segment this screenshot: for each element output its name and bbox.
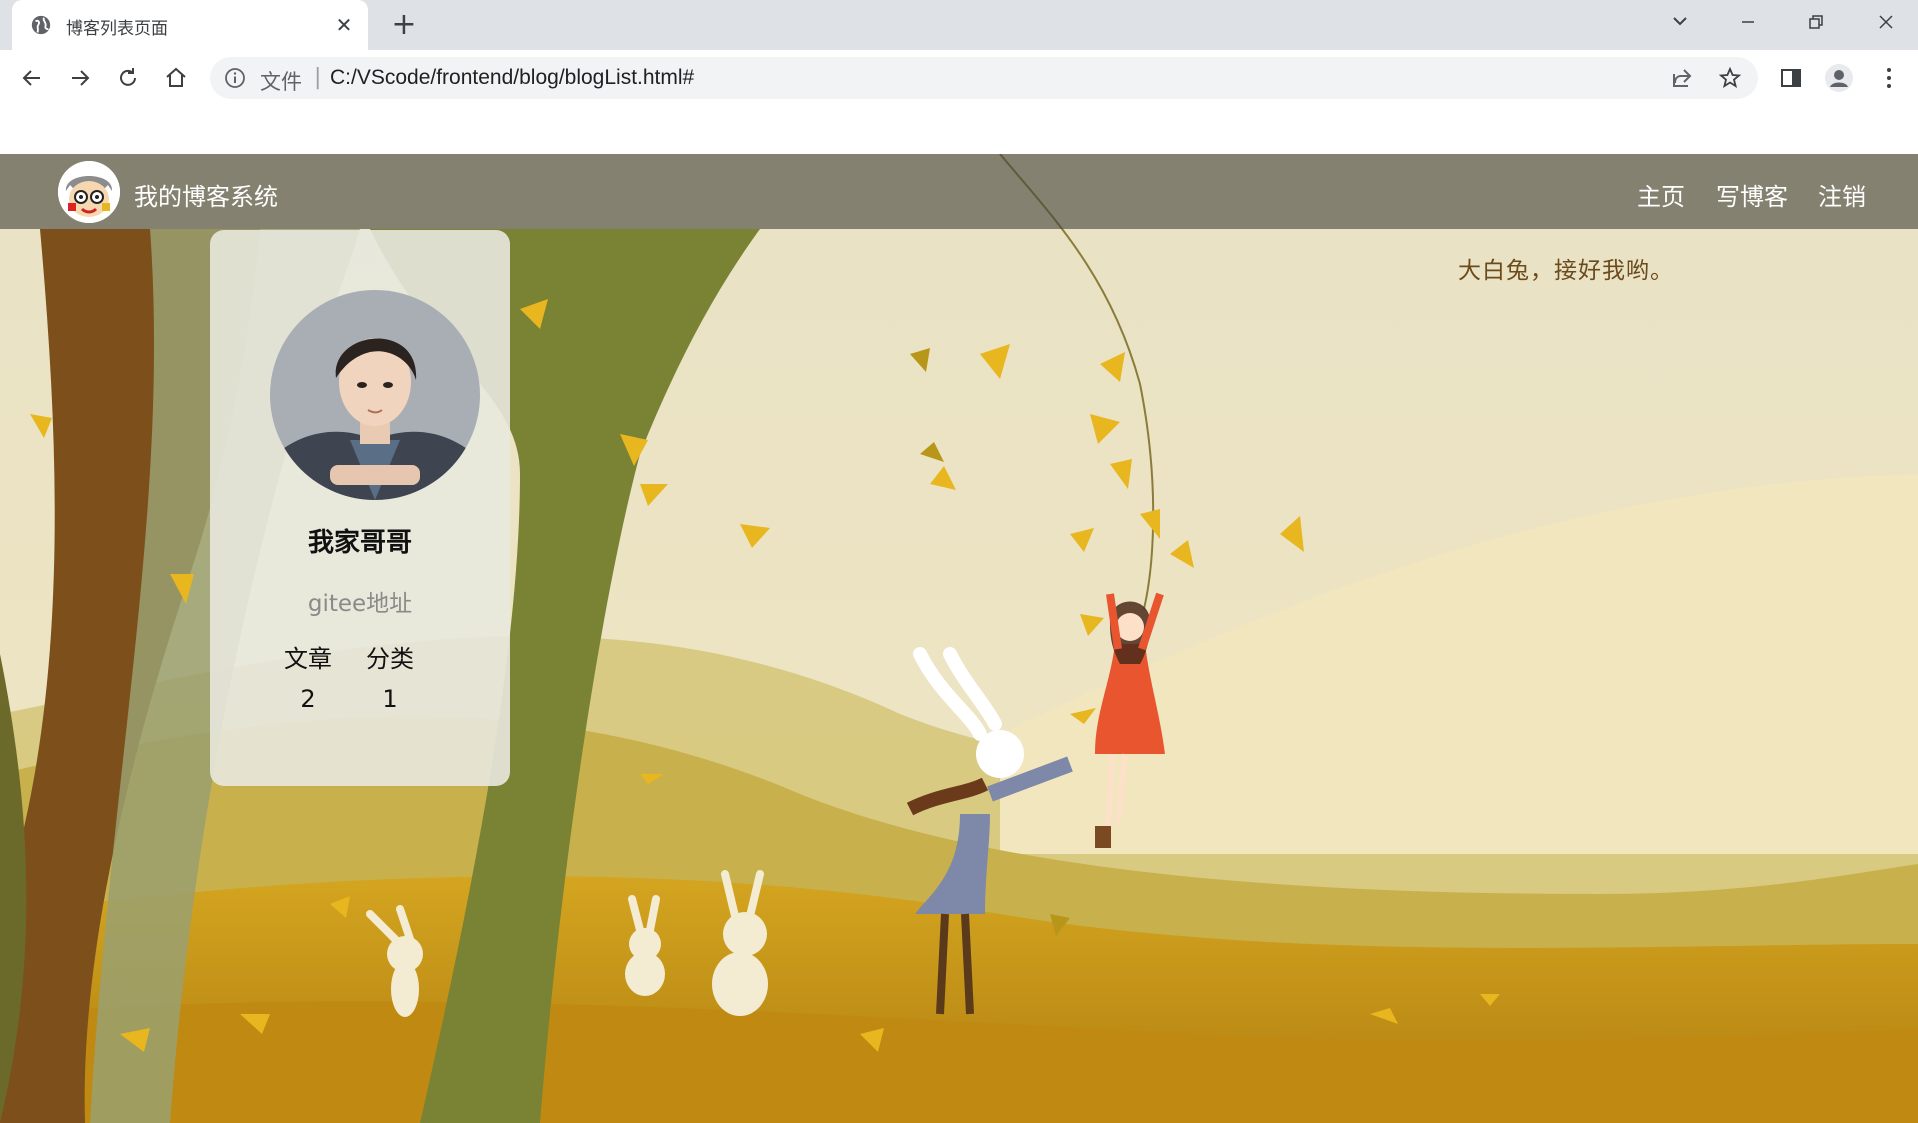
site-logo[interactable] [58, 161, 120, 223]
profile-icon [1825, 64, 1853, 92]
forward-button[interactable] [62, 60, 98, 96]
globe-icon [31, 15, 51, 35]
avatar-photo [270, 290, 480, 500]
star-icon[interactable] [1718, 66, 1742, 90]
more-vertical-icon [1887, 68, 1891, 88]
reload-button[interactable] [110, 60, 146, 96]
menu-button[interactable] [1874, 63, 1904, 93]
address-scheme: 文件 [260, 71, 302, 94]
minimize-icon [1742, 21, 1754, 23]
home-button[interactable] [158, 60, 194, 96]
side-panel-icon [1781, 69, 1801, 87]
site-title: 我的博客系统 [134, 183, 278, 211]
info-icon[interactable] [224, 67, 246, 89]
address-separator: | [314, 65, 322, 90]
close-icon [1879, 15, 1893, 29]
address-bar[interactable]: 文件 | C:/VScode/frontend/blog/blogList.ht… [210, 57, 1758, 99]
stat-label-articles: 文章 [284, 645, 332, 673]
gitee-link[interactable]: gitee地址 [210, 584, 510, 618]
stat-value-articles: 2 [300, 685, 316, 713]
bookmarks-bar [0, 106, 1918, 155]
tab-search-icon[interactable] [1660, 8, 1700, 38]
profile-button[interactable] [1824, 63, 1854, 93]
reload-icon [120, 68, 136, 86]
new-tab-button[interactable]: + [388, 10, 420, 42]
avatar [270, 290, 480, 500]
arrow-left-icon [22, 70, 40, 86]
tab-title: 博客列表页面 [66, 19, 168, 38]
banner-quote: 大白兔，接好我哟。 [1458, 258, 1674, 284]
arrow-right-icon [72, 70, 90, 86]
restore-icon [1809, 15, 1823, 29]
page-viewport: 我的博客系统 主页 写博客 注销 大白兔，接好我哟。 我家哥哥 gitee地址 … [0, 154, 1918, 1123]
close-window-button[interactable] [1866, 8, 1906, 38]
browser-toolbar: 文件 | C:/VScode/frontend/blog/blogList.ht… [0, 50, 1918, 106]
share-icon[interactable] [1670, 66, 1694, 90]
close-tab-icon[interactable]: ✕ [332, 13, 356, 37]
nav-link-logout[interactable]: 注销 [1818, 177, 1866, 212]
back-button[interactable] [14, 60, 50, 96]
browser-tab[interactable]: 博客列表页面 ✕ [12, 0, 368, 50]
minimize-button[interactable] [1728, 8, 1768, 38]
home-icon [166, 67, 186, 87]
stat-value-categories: 1 [382, 685, 398, 713]
site-navbar: 我的博客系统 主页 写博客 注销 [0, 154, 1918, 229]
profile-card: 我家哥哥 gitee地址 文章 分类 2 1 [210, 230, 510, 786]
nav-link-home[interactable]: 主页 [1637, 177, 1685, 212]
chevron-down-icon [1673, 17, 1687, 26]
side-panel-button[interactable] [1776, 63, 1806, 93]
browser-tab-strip: 博客列表页面 ✕ + [0, 0, 1918, 50]
cartoon-logo-icon [58, 161, 120, 223]
address-url[interactable]: C:/VScode/frontend/blog/blogList.html# [330, 66, 694, 90]
restore-button[interactable] [1796, 8, 1836, 38]
stat-label-categories: 分类 [366, 645, 414, 673]
nav-link-write-blog[interactable]: 写博客 [1716, 177, 1788, 212]
profile-name: 我家哥哥 [307, 528, 412, 558]
